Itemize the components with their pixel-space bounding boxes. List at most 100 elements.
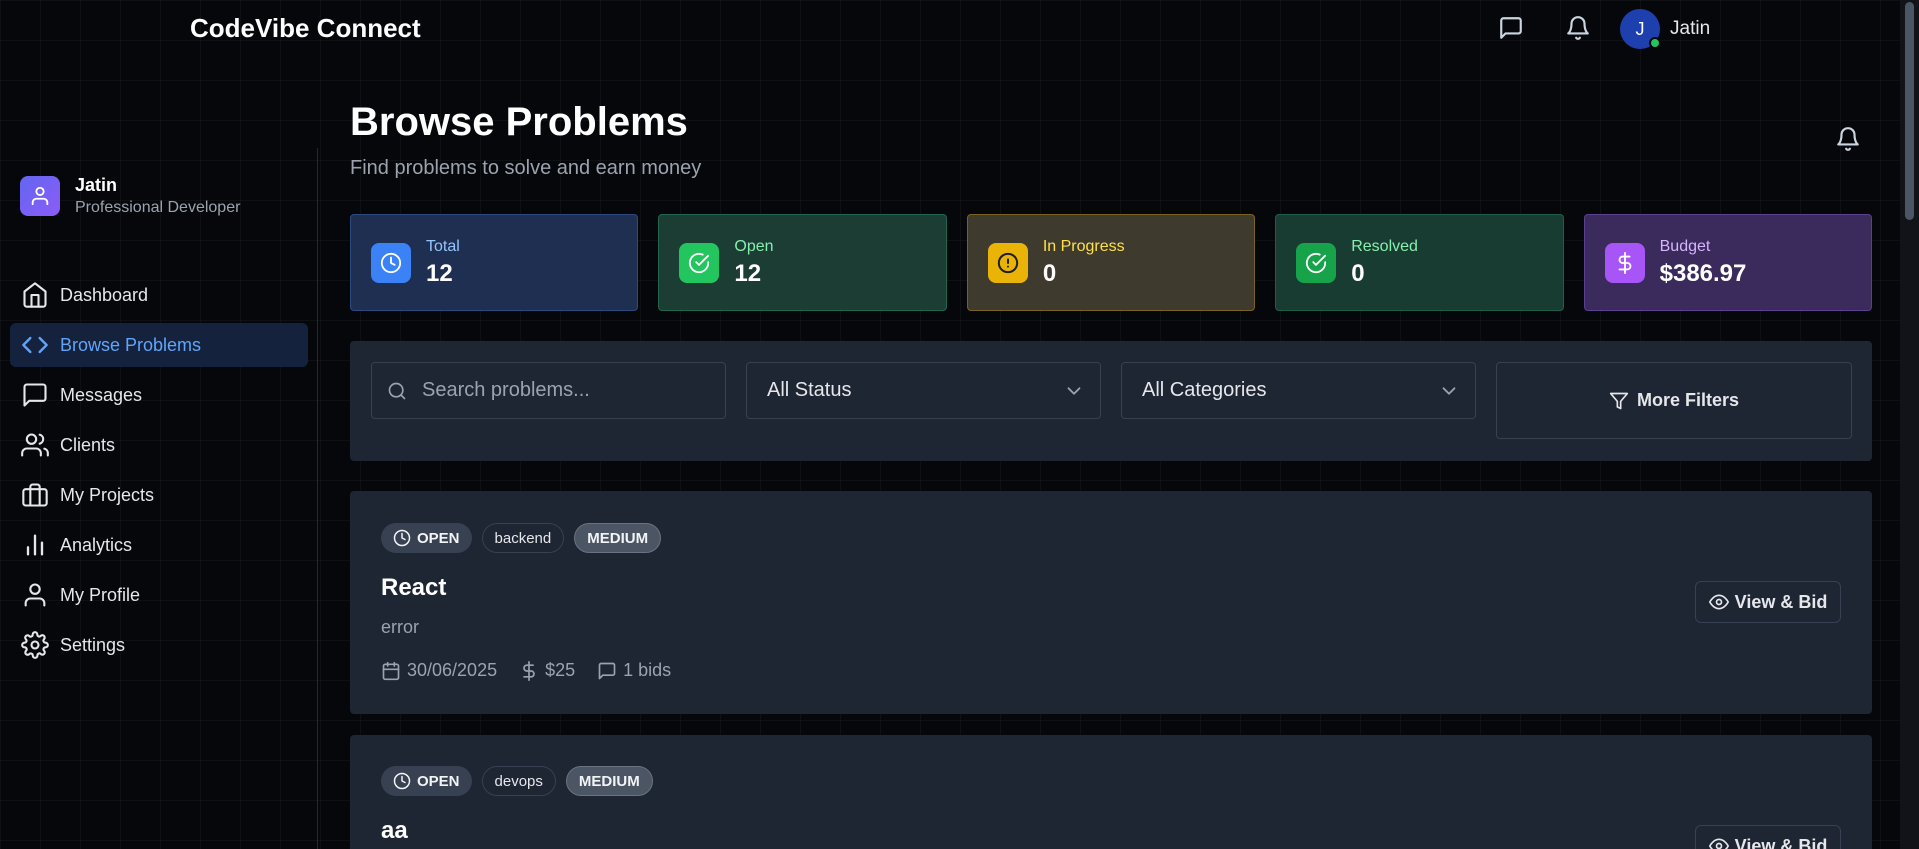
sidebar-item-label: Messages [60,384,143,405]
alerts-bell-icon[interactable] [1835,126,1863,154]
sidebar-item-label: Dashboard [60,284,149,305]
status-select-value: All Status [767,379,852,401]
sidebar-item-label: My Profile [60,584,141,605]
filter-icon [1609,391,1637,411]
search-icon [387,381,407,401]
status-badge-label: OPEN [417,529,460,547]
stat-value: $386.97 [1659,259,1747,287]
check-circle-icon [679,242,720,283]
sidebar-item-messages[interactable]: Messages [10,373,308,417]
stat-value: 0 [1042,259,1057,287]
dollar-icon [523,660,535,681]
sidebar-item-label: My Projects [60,484,155,505]
sidebar-profile-name: Jatin [75,175,118,195]
gear-icon [20,630,50,660]
problem-bids-value: 1 bids [623,660,672,680]
problem-title[interactable]: React [381,574,446,602]
clock-icon [393,772,411,790]
category-select[interactable]: All Categories [1121,362,1476,419]
user-name: Jatin [1670,18,1711,39]
stat-label: In Progress [1042,237,1125,255]
bar-chart-icon [20,530,50,560]
top-bar: CodeVibe Connect J Jatin [0,0,1900,58]
status-badge-label: OPEN [417,772,460,790]
problem-badges: OPEN devops MEDIUM [381,766,653,796]
eye-icon [1708,838,1729,849]
sidebar-item-label: Settings [60,634,126,655]
sidebar: Jatin Professional Developer Dashboard B… [0,148,318,849]
stat-value: 12 [426,259,453,287]
problem-badges: OPEN backend MEDIUM [381,523,662,553]
users-icon [20,430,50,460]
stat-card-open: Open 12 [658,214,947,311]
status-badge: OPEN [381,766,472,796]
category-badge: backend [481,523,565,553]
problem-date: 30/06/2025 [381,660,497,681]
problem-date-value: 30/06/2025 [407,660,498,680]
view-bid-button[interactable]: View & Bid [1695,825,1841,849]
messages-icon[interactable] [1498,15,1526,43]
sidebar-item-label: Browse Problems [60,334,202,355]
problem-title[interactable]: aa [381,817,408,845]
filters-panel: All Status All Categories More Filters [350,341,1872,461]
status-select[interactable]: All Status [746,362,1101,419]
briefcase-icon [20,480,50,510]
brand-logo[interactable]: CodeVibe Connect [190,13,421,44]
search-input[interactable] [422,379,712,402]
view-bid-button[interactable]: View & Bid [1695,581,1841,623]
message-icon [20,380,50,410]
problem-budget: $25 [519,660,575,681]
sidebar-item-label: Analytics [60,534,133,555]
problem-bids: 1 bids [597,660,671,681]
chevron-down-icon [1063,380,1085,402]
message-icon [598,662,616,679]
page-title: Browse Problems [350,100,688,144]
stat-card-in-progress: In Progress 0 [966,214,1256,311]
profile-avatar-icon [20,176,60,216]
view-bid-label: View & Bid [1734,591,1828,612]
page-scrollbar[interactable] [1900,0,1919,849]
problem-meta: 30/06/2025 $25 1 bids [381,660,693,681]
clock-icon [371,242,411,283]
calendar-icon [382,661,400,680]
status-badge: OPEN [381,523,472,553]
stat-label: Total [426,237,460,255]
sidebar-item-browse-problems[interactable]: Browse Problems [10,323,308,367]
avatar-initial: J [1635,18,1645,39]
sidebar-item-analytics[interactable]: Analytics [10,523,308,567]
notifications-bell-icon[interactable] [1565,15,1593,43]
stat-value: 0 [1351,259,1365,287]
problem-card: OPEN devops MEDIUM aa View & Bid [350,735,1872,849]
more-filters-button[interactable]: More Filters [1496,362,1852,439]
eye-icon [1708,594,1729,610]
sidebar-item-label: Clients [60,434,116,455]
problem-card: OPEN backend MEDIUM React error 30/06/20… [350,491,1872,714]
online-status-dot [1649,37,1661,49]
avatar: J [1620,9,1661,49]
stat-card-budget: Budget $386.97 [1583,214,1873,311]
sidebar-item-settings[interactable]: Settings [10,623,308,667]
stats-row: Total 12 Open 12 In Progress 0 Resolved … [350,214,1873,311]
problem-description: error [381,617,420,637]
alert-circle-icon [987,242,1028,283]
sidebar-nav: Dashboard Browse Problems Messages Clien… [10,273,308,673]
sidebar-item-my-profile[interactable]: My Profile [10,573,308,617]
stat-label: Resolved [1351,237,1418,255]
search-box [371,362,726,419]
clock-icon [393,529,411,547]
problem-budget-value: $25 [545,660,576,680]
category-select-value: All Categories [1142,379,1267,401]
user-menu[interactable]: J Jatin [1620,9,1710,49]
sidebar-item-my-projects[interactable]: My Projects [10,473,308,517]
stat-card-total: Total 12 [350,214,639,311]
code-icon [20,330,50,360]
sidebar-item-dashboard[interactable]: Dashboard [10,273,308,317]
check-circle-icon [1296,242,1337,283]
stat-card-resolved: Resolved 0 [1275,214,1564,311]
home-icon [20,280,50,310]
view-bid-label: View & Bid [1734,835,1828,849]
sidebar-item-clients[interactable]: Clients [10,423,308,467]
scrollbar-thumb[interactable] [1905,2,1914,220]
stat-label: Open [734,237,774,255]
more-filters-label: More Filters [1636,390,1740,410]
